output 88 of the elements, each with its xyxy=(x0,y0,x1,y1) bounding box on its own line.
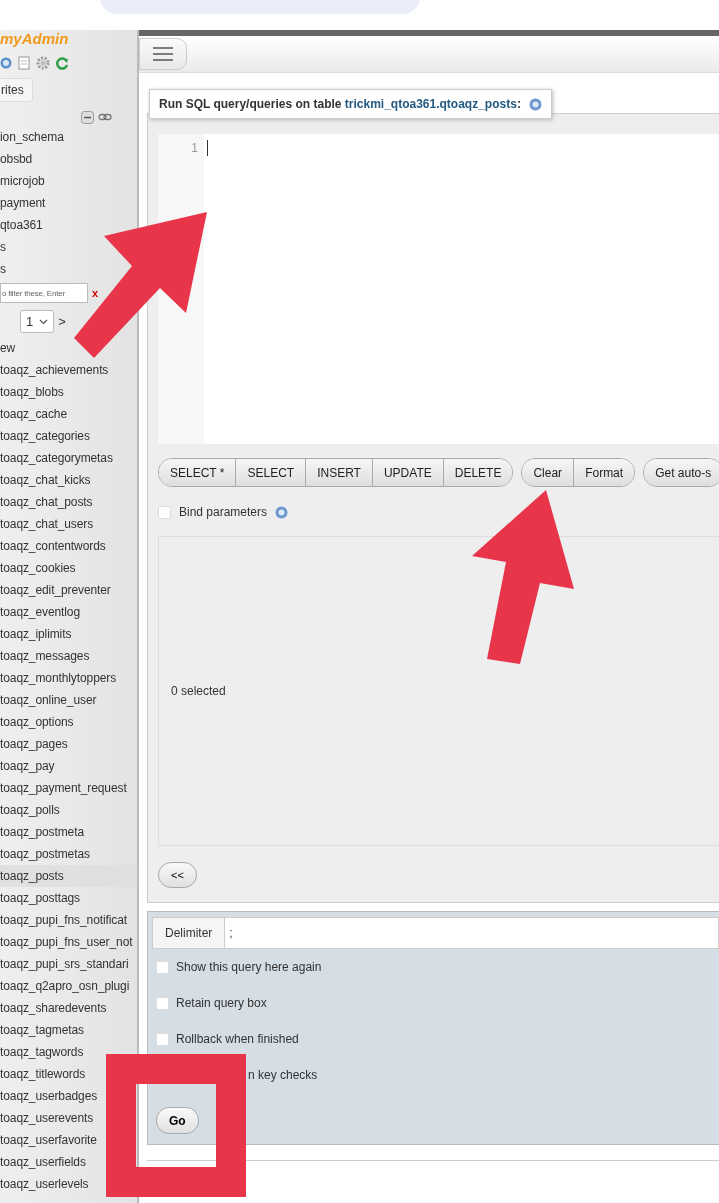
table-item[interactable]: toaqz_categorymetas xyxy=(0,447,113,469)
query-button[interactable]: UPDATE xyxy=(371,459,443,486)
menu-button[interactable] xyxy=(139,38,187,70)
checkbox-label: Rollback when finished xyxy=(176,1032,299,1046)
database-item[interactable]: s xyxy=(0,236,6,258)
table-item[interactable]: toaqz_pupi_fns_user_not xyxy=(0,931,133,953)
checkbox[interactable] xyxy=(156,960,169,974)
checkbox[interactable] xyxy=(156,1032,169,1046)
help-icon[interactable] xyxy=(528,97,542,111)
database-item[interactable]: payment xyxy=(0,192,46,214)
table-link[interactable]: trickmi_qtoa361.qtoaqz_posts xyxy=(344,97,517,111)
table-item[interactable]: toaqz_tagmetas xyxy=(0,1019,84,1041)
query-button[interactable]: DELETE xyxy=(442,459,513,486)
database-item[interactable]: ion_schema xyxy=(0,126,64,148)
help-icon[interactable] xyxy=(0,57,12,69)
link-icon[interactable] xyxy=(98,113,112,121)
table-item[interactable]: toaqz_blobs xyxy=(0,381,64,403)
table-item[interactable]: toaqz_chat_users xyxy=(0,513,94,535)
help-icon[interactable] xyxy=(275,505,289,519)
table-item[interactable]: toaqz_categories xyxy=(0,425,90,447)
delimiter-field[interactable]: Delimiter ; xyxy=(152,917,719,949)
new-table-item[interactable]: ew xyxy=(0,337,16,359)
database-item[interactable]: s xyxy=(0,258,6,280)
table-item[interactable]: toaqz_userlevels xyxy=(0,1173,89,1195)
collapse-icon[interactable] xyxy=(81,110,94,124)
query-button[interactable]: Format xyxy=(573,459,635,486)
table-item[interactable]: toaqz_options xyxy=(0,711,74,733)
table-item[interactable]: toaqz_userfavorite xyxy=(0,1129,97,1151)
logo-text: myAdmin xyxy=(0,30,70,47)
document-icon[interactable] xyxy=(18,56,30,70)
table-item[interactable]: toaqz_polls xyxy=(0,799,60,821)
table-item[interactable]: toaqz_userevents xyxy=(0,1107,94,1129)
checkbox[interactable] xyxy=(158,505,171,519)
database-item[interactable]: microjob xyxy=(0,170,45,192)
table-item[interactable]: toaqz_postmetas xyxy=(0,843,90,865)
table-item[interactable]: toaqz_sharedevents xyxy=(0,997,107,1019)
table-item[interactable]: toaqz_contentwords xyxy=(0,535,106,557)
table-item[interactable]: toaqz_tagwords xyxy=(0,1041,84,1063)
gear-icon[interactable] xyxy=(36,56,50,70)
checkbox-label: Bind parameters xyxy=(179,505,268,519)
table-item[interactable]: toaqz_pay xyxy=(0,755,55,777)
table-item[interactable]: toaqz_pages xyxy=(0,733,68,755)
table-item[interactable]: toaqz_online_user xyxy=(0,689,97,711)
table-item[interactable]: toaqz_messages xyxy=(0,645,90,667)
reload-icon[interactable] xyxy=(56,56,69,70)
page-select[interactable]: 1 xyxy=(20,310,55,333)
query-button[interactable]: Get auto-s xyxy=(644,459,719,486)
line-number: 1 xyxy=(190,141,198,155)
caret-icon xyxy=(39,318,49,325)
query-button[interactable]: Clear xyxy=(522,459,574,486)
checkbox[interactable] xyxy=(156,996,169,1010)
clear-filter-button[interactable]: x xyxy=(92,287,99,299)
table-item[interactable]: toaqz_cache xyxy=(0,403,67,425)
table-item[interactable]: toaqz_pupi_srs_standari xyxy=(0,953,129,975)
table-item[interactable]: toaqz_eventlog xyxy=(0,601,80,623)
favorites-tab[interactable]: rites xyxy=(0,78,33,102)
selected-count: 0 selected xyxy=(171,684,226,698)
table-item[interactable]: toaqz_titlewords xyxy=(0,1063,86,1085)
table-item[interactable]: toaqz_userfields xyxy=(0,1151,86,1173)
query-button[interactable]: SELECT * xyxy=(159,459,236,486)
query-button[interactable]: INSERT xyxy=(305,459,372,486)
checkbox-label: Retain query box xyxy=(176,996,267,1010)
checkbox-label: n key checks xyxy=(248,1068,318,1082)
table-item[interactable]: toaqz_cookies xyxy=(0,557,76,579)
table-item[interactable]: toaqz_achievements xyxy=(0,359,109,381)
table-item[interactable]: toaqz_payment_request xyxy=(0,777,127,799)
checkbox-label: Show this query here again xyxy=(176,960,322,974)
legend-text: Run SQL query/queries on table trickmi_qtoa361.qtoaqz_posts: xyxy=(159,97,521,111)
text-cursor xyxy=(207,140,208,156)
next-page-button[interactable]: > xyxy=(58,314,66,329)
table-item[interactable]: toaqz_posts xyxy=(0,865,137,887)
collapse-button[interactable]: << xyxy=(158,862,197,888)
menu-icon xyxy=(153,47,173,61)
table-item[interactable]: toaqz_userbadges xyxy=(0,1085,98,1107)
table-item[interactable]: toaqz_posttags xyxy=(0,887,80,909)
table-item[interactable]: toaqz_q2apro_osn_plugi xyxy=(0,975,130,997)
table-item[interactable]: toaqz_iplimits xyxy=(0,623,72,645)
filter-field[interactable]: o filter these, Enter xyxy=(0,283,88,303)
database-item[interactable]: obsbd xyxy=(0,148,33,170)
table-item[interactable]: toaqz_chat_posts xyxy=(0,491,93,513)
table-item[interactable]: toaqz_chat_kicks xyxy=(0,469,91,491)
table-item[interactable]: toaqz_monthlytoppers xyxy=(0,667,117,689)
go-button[interactable]: Go xyxy=(156,1107,199,1134)
query-button[interactable]: SELECT xyxy=(235,459,306,486)
database-item[interactable]: qtoa361 xyxy=(0,214,43,236)
table-item[interactable]: toaqz_edit_preventer xyxy=(0,579,111,601)
table-item[interactable]: toaqz_pupi_fns_notificat xyxy=(0,909,128,931)
table-item[interactable]: toaqz_postmeta xyxy=(0,821,84,843)
